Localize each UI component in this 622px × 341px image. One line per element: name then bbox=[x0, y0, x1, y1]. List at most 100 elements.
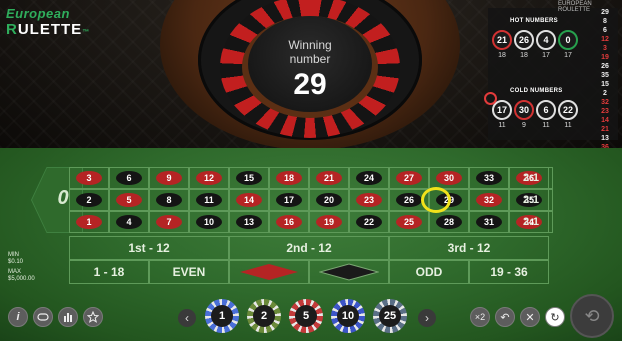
star-icon bbox=[87, 311, 99, 323]
chip-value: 25 bbox=[379, 305, 401, 327]
bet-number-cell[interactable]: 22 bbox=[349, 211, 389, 233]
bet-odd[interactable]: ODD bbox=[389, 260, 469, 284]
bet-number-cell[interactable]: 14 bbox=[229, 189, 269, 211]
bet-number-cell[interactable]: 17 bbox=[269, 189, 309, 211]
spin-button[interactable]: ⟲ bbox=[570, 294, 614, 338]
double-bet-button[interactable]: ×2 bbox=[470, 307, 490, 327]
favourites-button[interactable] bbox=[83, 307, 103, 327]
bet-number-cell[interactable]: 25 bbox=[389, 211, 429, 233]
chip-button[interactable]: 10 bbox=[331, 299, 365, 333]
history-number: 19 bbox=[601, 54, 609, 61]
wheel-area: European RULETTE™ Winning number 29 HOT … bbox=[0, 0, 622, 148]
bet-number-cell[interactable]: 7 bbox=[149, 211, 189, 233]
bet-number-cell[interactable]: 27 bbox=[389, 167, 429, 189]
ball-hit-count: 18 bbox=[498, 52, 506, 59]
number-label: 21 bbox=[316, 171, 342, 185]
number-label: 27 bbox=[396, 171, 422, 185]
number-label: 31 bbox=[476, 215, 502, 229]
chip-button[interactable]: 5 bbox=[289, 299, 323, 333]
number-label: 33 bbox=[476, 171, 502, 185]
bet-number-cell[interactable]: 12 bbox=[189, 167, 229, 189]
bet-number-cell[interactable]: 11 bbox=[189, 189, 229, 211]
bet-number-cell[interactable]: 9 bbox=[149, 167, 189, 189]
bet-number-cell[interactable]: 10 bbox=[189, 211, 229, 233]
bet-dozen-second[interactable]: 2nd - 12 bbox=[229, 236, 389, 260]
number-label: 13 bbox=[236, 215, 262, 229]
cold-numbers-ball: 30 bbox=[514, 100, 534, 120]
info-button[interactable]: i bbox=[8, 307, 28, 327]
hot-numbers-ball: 4 bbox=[536, 30, 556, 50]
bet-number-cell[interactable]: 6 bbox=[109, 167, 149, 189]
chip-value: 1 bbox=[211, 305, 233, 327]
racetrack-button[interactable] bbox=[33, 307, 53, 327]
bet-column-top[interactable]: 2:1 bbox=[509, 167, 553, 189]
logo-line2: RULETTE™ bbox=[6, 21, 91, 38]
bet-number-cell[interactable]: 3 bbox=[69, 167, 109, 189]
chip-button[interactable]: 1 bbox=[205, 299, 239, 333]
history-number: 32 bbox=[601, 99, 609, 106]
number-label: 2 bbox=[76, 193, 102, 207]
number-label: 20 bbox=[316, 193, 342, 207]
bet-number-cell[interactable]: 24 bbox=[349, 167, 389, 189]
ball-hit-count: 11 bbox=[498, 122, 506, 129]
number-label: 3 bbox=[76, 171, 102, 185]
bet-column-middle[interactable]: 2:1 bbox=[509, 189, 553, 211]
bet-number-cell[interactable]: 30 bbox=[429, 167, 469, 189]
red-diamond-icon bbox=[240, 264, 298, 280]
bet-number-cell[interactable]: 2 bbox=[69, 189, 109, 211]
history-number: 2 bbox=[603, 90, 607, 97]
undo-button[interactable]: ↶ bbox=[495, 307, 515, 327]
rebet-button[interactable]: ↻ bbox=[545, 307, 565, 327]
history-number: 15 bbox=[601, 81, 609, 88]
bet-limits: MIN $0.10 MAX $5,000.00 bbox=[8, 252, 35, 282]
winning-number: 29 bbox=[293, 68, 327, 101]
pointer-cursor-icon bbox=[484, 92, 497, 105]
number-label: 18 bbox=[276, 171, 302, 185]
bet-number-cell[interactable]: 5 bbox=[109, 189, 149, 211]
bet-black[interactable] bbox=[309, 260, 389, 284]
number-label: 24 bbox=[356, 171, 382, 185]
bet-red[interactable] bbox=[229, 260, 309, 284]
clear-bets-button[interactable]: ✕ bbox=[520, 307, 540, 327]
number-label: 16 bbox=[276, 215, 302, 229]
bet-number-cell[interactable]: 8 bbox=[149, 189, 189, 211]
number-label: 22 bbox=[356, 215, 382, 229]
bet-number-cell[interactable]: 23 bbox=[349, 189, 389, 211]
bet-number-cell[interactable]: 4 bbox=[109, 211, 149, 233]
bet-dozen-third[interactable]: 3rd - 12 bbox=[389, 236, 549, 260]
chip-button[interactable]: 25 bbox=[373, 299, 407, 333]
bet-number-cell[interactable]: 32 bbox=[469, 189, 509, 211]
bet-low[interactable]: 1 - 18 bbox=[69, 260, 149, 284]
cold-numbers-ball: 22 bbox=[558, 100, 578, 120]
bet-number-cell[interactable]: 33 bbox=[469, 167, 509, 189]
number-label: 17 bbox=[276, 193, 302, 207]
bet-high[interactable]: 19 - 36 bbox=[469, 260, 549, 284]
hot-numbers-ball: 21 bbox=[492, 30, 512, 50]
chips-next-button[interactable]: › bbox=[418, 309, 436, 327]
bet-dozen-first[interactable]: 1st - 12 bbox=[69, 236, 229, 260]
chip-button[interactable]: 2 bbox=[247, 299, 281, 333]
bet-even[interactable]: EVEN bbox=[149, 260, 229, 284]
bet-number-cell[interactable]: 21 bbox=[309, 167, 349, 189]
bet-column-bottom[interactable]: 2:1 bbox=[509, 211, 553, 233]
hot-numbers-title: HOT NUMBERS bbox=[510, 18, 558, 24]
bet-number-cell[interactable]: 20 bbox=[309, 189, 349, 211]
bet-number-cell[interactable]: 16 bbox=[269, 211, 309, 233]
chips-prev-button[interactable]: ‹ bbox=[178, 309, 196, 327]
number-label: 26 bbox=[396, 193, 422, 207]
ball-hit-count: 18 bbox=[520, 52, 528, 59]
bet-number-cell[interactable]: 19 bbox=[309, 211, 349, 233]
bet-number-cell[interactable]: 13 bbox=[229, 211, 269, 233]
bet-number-cell[interactable]: 1 bbox=[69, 211, 109, 233]
statistics-button[interactable] bbox=[58, 307, 78, 327]
bet-number-cell[interactable]: 31 bbox=[469, 211, 509, 233]
ball-hit-count: 9 bbox=[522, 122, 526, 129]
history-number: 23 bbox=[601, 108, 609, 115]
bet-number-cell[interactable]: 15 bbox=[229, 167, 269, 189]
number-label: 7 bbox=[156, 215, 182, 229]
bet-number-cell[interactable]: 18 bbox=[269, 167, 309, 189]
cold-numbers-title: COLD NUMBERS bbox=[510, 88, 563, 94]
number-label: 11 bbox=[196, 193, 222, 207]
hot-numbers-ball: 0 bbox=[558, 30, 578, 50]
bet-number-cell[interactable]: 28 bbox=[429, 211, 469, 233]
